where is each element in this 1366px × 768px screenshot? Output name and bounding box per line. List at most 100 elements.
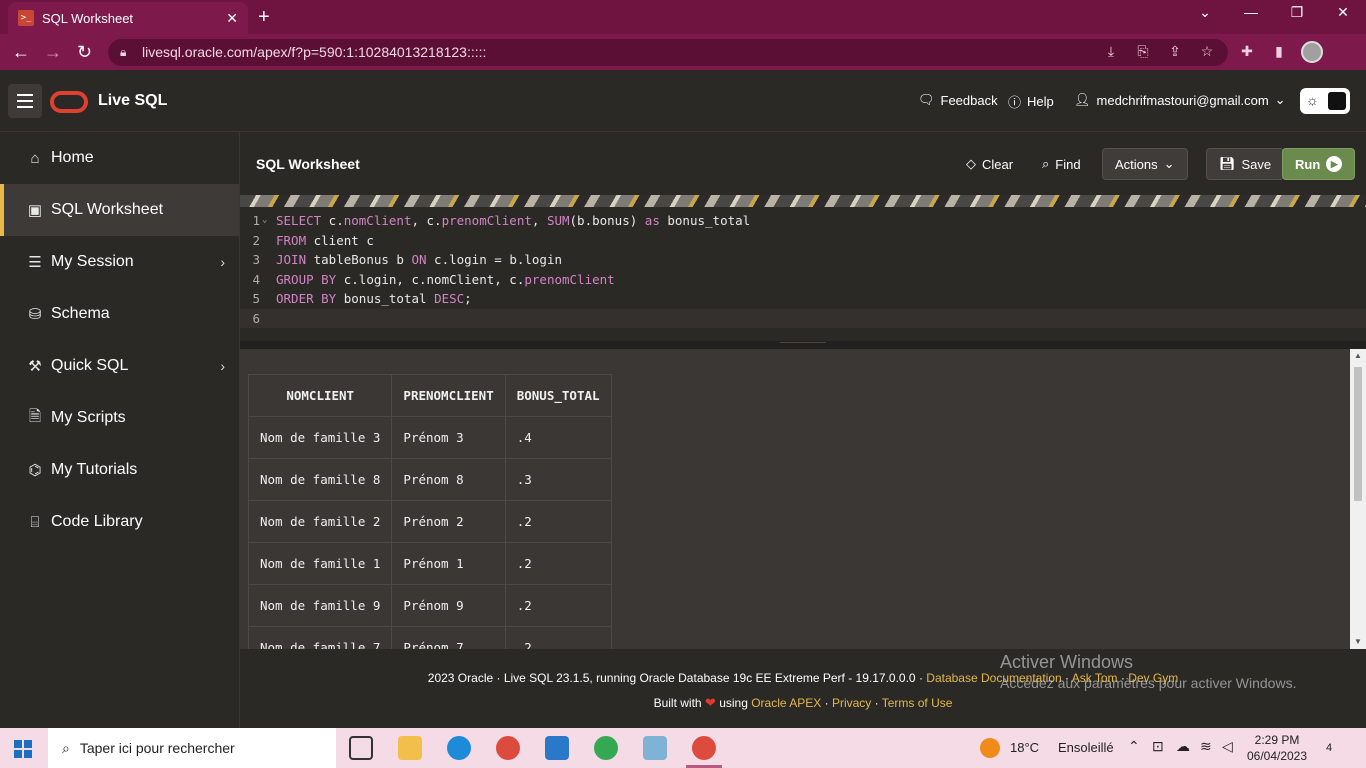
search-icon: ⌕ — [1042, 156, 1050, 171]
watermark-title: Activer Windows — [1000, 652, 1134, 672]
hamburger-menu-icon[interactable] — [8, 84, 42, 118]
clear-button[interactable]: ◇ Clear — [954, 148, 1025, 180]
table-cell: Prénom 3 — [391, 416, 506, 459]
code-line[interactable]: 6 — [240, 308, 1366, 328]
chevron-down-icon: ⌄ — [1163, 156, 1175, 171]
tab-close-icon[interactable]: ✕ — [226, 10, 238, 27]
sidebar-item-quick-sql[interactable]: ⚒ Quick SQL › — [0, 340, 239, 392]
share-icon[interactable]: ⇪ — [1166, 43, 1184, 61]
close-window-icon[interactable]: ✕ — [1320, 4, 1366, 21]
chrome-icon[interactable] — [496, 736, 520, 760]
taskbar-search-box[interactable]: ⌕ Taper ici pour rechercher — [48, 728, 336, 768]
save-button[interactable]: 💾︎ Save — [1206, 148, 1285, 180]
notification-icon[interactable]: 4 — [1326, 738, 1348, 758]
sidebar-item-home[interactable]: ⌂ Home — [0, 132, 239, 184]
table-cell: Nom de famille 9 — [247, 584, 393, 627]
chrome-active-icon[interactable] — [692, 736, 716, 760]
weather-temp[interactable]: 18°C — [1010, 740, 1039, 755]
network-icon[interactable]: ⊡ — [1152, 738, 1164, 755]
table-cell: Nom de famille 2 — [247, 500, 393, 543]
sql-token: bonus_total — [659, 213, 751, 228]
table-cell: Prénom 8 — [391, 458, 506, 501]
code-line[interactable]: 2 FROM client c — [240, 231, 1366, 251]
extensions-icon[interactable]: ✚ — [1238, 43, 1256, 61]
windows-taskbar: ⌕ Taper ici pour rechercher 18°C Ensolei… — [0, 728, 1366, 768]
sidebar-item-code-library[interactable]: ⌸ Code Library — [0, 496, 239, 548]
sidebar-item-my-scripts[interactable]: 🗎︎ My Scripts — [0, 392, 239, 444]
table-cell: .3 — [504, 458, 612, 501]
file-explorer-icon[interactable] — [398, 736, 422, 760]
table-row: Nom de famille 1 Prénom 1.2 — [247, 542, 612, 585]
browser-tab[interactable]: >_ SQL Worksheet ✕ — [8, 2, 248, 34]
code-line[interactable]: 5 ORDER BY bonus_total DESC; — [240, 289, 1366, 309]
weather-text[interactable]: Ensoleillé — [1058, 740, 1114, 755]
notepad-icon[interactable] — [643, 736, 667, 760]
sidebar-item-my-session[interactable]: ☰ My Session › — [0, 236, 239, 288]
task-view-icon[interactable] — [349, 736, 373, 760]
sql-keyword: SELECT — [276, 213, 322, 228]
home-icon: ⌂ — [30, 149, 40, 167]
privacy-link[interactable]: Privacy — [832, 696, 871, 710]
sidebar-item-my-tutorials[interactable]: ⌬ My Tutorials — [0, 444, 239, 496]
sidebar-item-sql-worksheet[interactable]: ▣ SQL Worksheet — [0, 184, 239, 236]
terminal-favicon-icon: >_ — [18, 10, 34, 26]
windows-start-icon[interactable] — [14, 740, 32, 758]
clock-date: 06/04/2023 — [1246, 749, 1308, 763]
results-scrollbar[interactable]: ▲ ▼ — [1350, 349, 1366, 649]
pane-splitter[interactable] — [240, 341, 1366, 349]
splitter-grip[interactable] — [780, 342, 826, 347]
sql-token: c.login = b.login — [426, 252, 562, 267]
mail-icon[interactable] — [545, 736, 569, 760]
scroll-up-icon[interactable]: ▲ — [1354, 351, 1362, 360]
line-number: 3 — [252, 252, 260, 267]
edge-icon[interactable] — [447, 736, 471, 760]
tab-search-icon[interactable]: ⌄ — [1182, 4, 1228, 21]
install-icon[interactable]: ⤓ — [1102, 43, 1120, 61]
sql-token: , — [531, 213, 547, 228]
wifi-icon[interactable]: ≋ — [1200, 738, 1212, 755]
terms-of-use-link[interactable]: Terms of Use — [882, 696, 953, 710]
reload-icon[interactable]: ↻ — [77, 42, 92, 63]
url-field[interactable]: 🔒︎ livesql.oracle.com/apex/f?p=590:1:102… — [108, 39, 1228, 66]
code-line[interactable]: 4 GROUP BY c.login, c.nomClient, c.prenom… — [240, 270, 1366, 290]
code-text: FROM client c — [276, 231, 374, 251]
table-cell: Prénom 9 — [391, 584, 506, 627]
new-tab-icon[interactable]: + — [258, 6, 270, 29]
sidebar-item-schema[interactable]: ⛁ Schema — [0, 288, 239, 340]
back-icon[interactable]: ← — [12, 42, 30, 63]
scrollbar-thumb[interactable] — [1354, 367, 1362, 501]
browser-profile-avatar[interactable] — [1301, 41, 1323, 63]
translate-icon[interactable]: ⎘ — [1134, 43, 1152, 61]
theme-toggle[interactable]: ☼ — [1300, 88, 1350, 114]
sidepanel-icon[interactable]: ▮ — [1270, 43, 1288, 61]
user-menu[interactable]: 👤︎ medchrifmastouri@gmail.com ⌄ — [1074, 92, 1286, 108]
table-cell: Nom de famille 8 — [247, 458, 393, 501]
restore-icon[interactable]: ❐ — [1274, 4, 1320, 21]
user-email: medchrifmastouri@gmail.com — [1096, 92, 1269, 108]
fold-icon[interactable]: ⌄ — [262, 211, 267, 231]
using-text: using — [719, 696, 748, 710]
feedback-link[interactable]: 🗨︎ Feedback — [918, 92, 998, 108]
chrome-profile-icon[interactable] — [594, 736, 618, 760]
scroll-down-icon[interactable]: ▼ — [1354, 637, 1362, 646]
run-button[interactable]: Run ▶ — [1282, 148, 1356, 180]
line-number: 6 — [252, 310, 260, 326]
sidebar-item-label: Quick SQL — [51, 357, 129, 374]
sql-editor[interactable]: 1 ⌄ SELECT c.nomClient, c.prenomClient, SU… — [240, 207, 1366, 341]
bookmark-star-icon[interactable]: ☆ — [1198, 43, 1216, 61]
help-link[interactable]: ⓘ Help — [1008, 92, 1054, 111]
code-text: JOIN tableBonus b ON c.login = b.login — [276, 250, 562, 270]
minimize-icon[interactable]: — — [1228, 4, 1274, 20]
cloud-icon[interactable]: ☁ — [1176, 738, 1190, 755]
taskbar-clock[interactable]: 2:29 PM 06/04/2023 — [1232, 732, 1322, 764]
actions-menu-button[interactable]: Actions ⌄ — [1102, 148, 1188, 180]
find-button[interactable]: ⌕ Find — [1030, 148, 1093, 180]
oracle-apex-link[interactable]: Oracle APEX — [751, 696, 821, 710]
code-line[interactable]: 3 JOIN tableBonus b ON c.login = b.login — [240, 250, 1366, 270]
forward-icon[interactable]: → — [44, 42, 62, 63]
chevron-up-icon[interactable]: ⌃ — [1128, 738, 1140, 755]
windows-activation-watermark: Activer Windows Accédez aux paramètres p… — [1000, 652, 1296, 691]
code-line[interactable]: 1 ⌄ SELECT c.nomClient, c.prenomClient, SU… — [240, 211, 1366, 231]
url-text: livesql.oracle.com/apex/f?p=590:1:102840… — [142, 44, 487, 60]
eraser-icon: ◇ — [966, 156, 976, 171]
